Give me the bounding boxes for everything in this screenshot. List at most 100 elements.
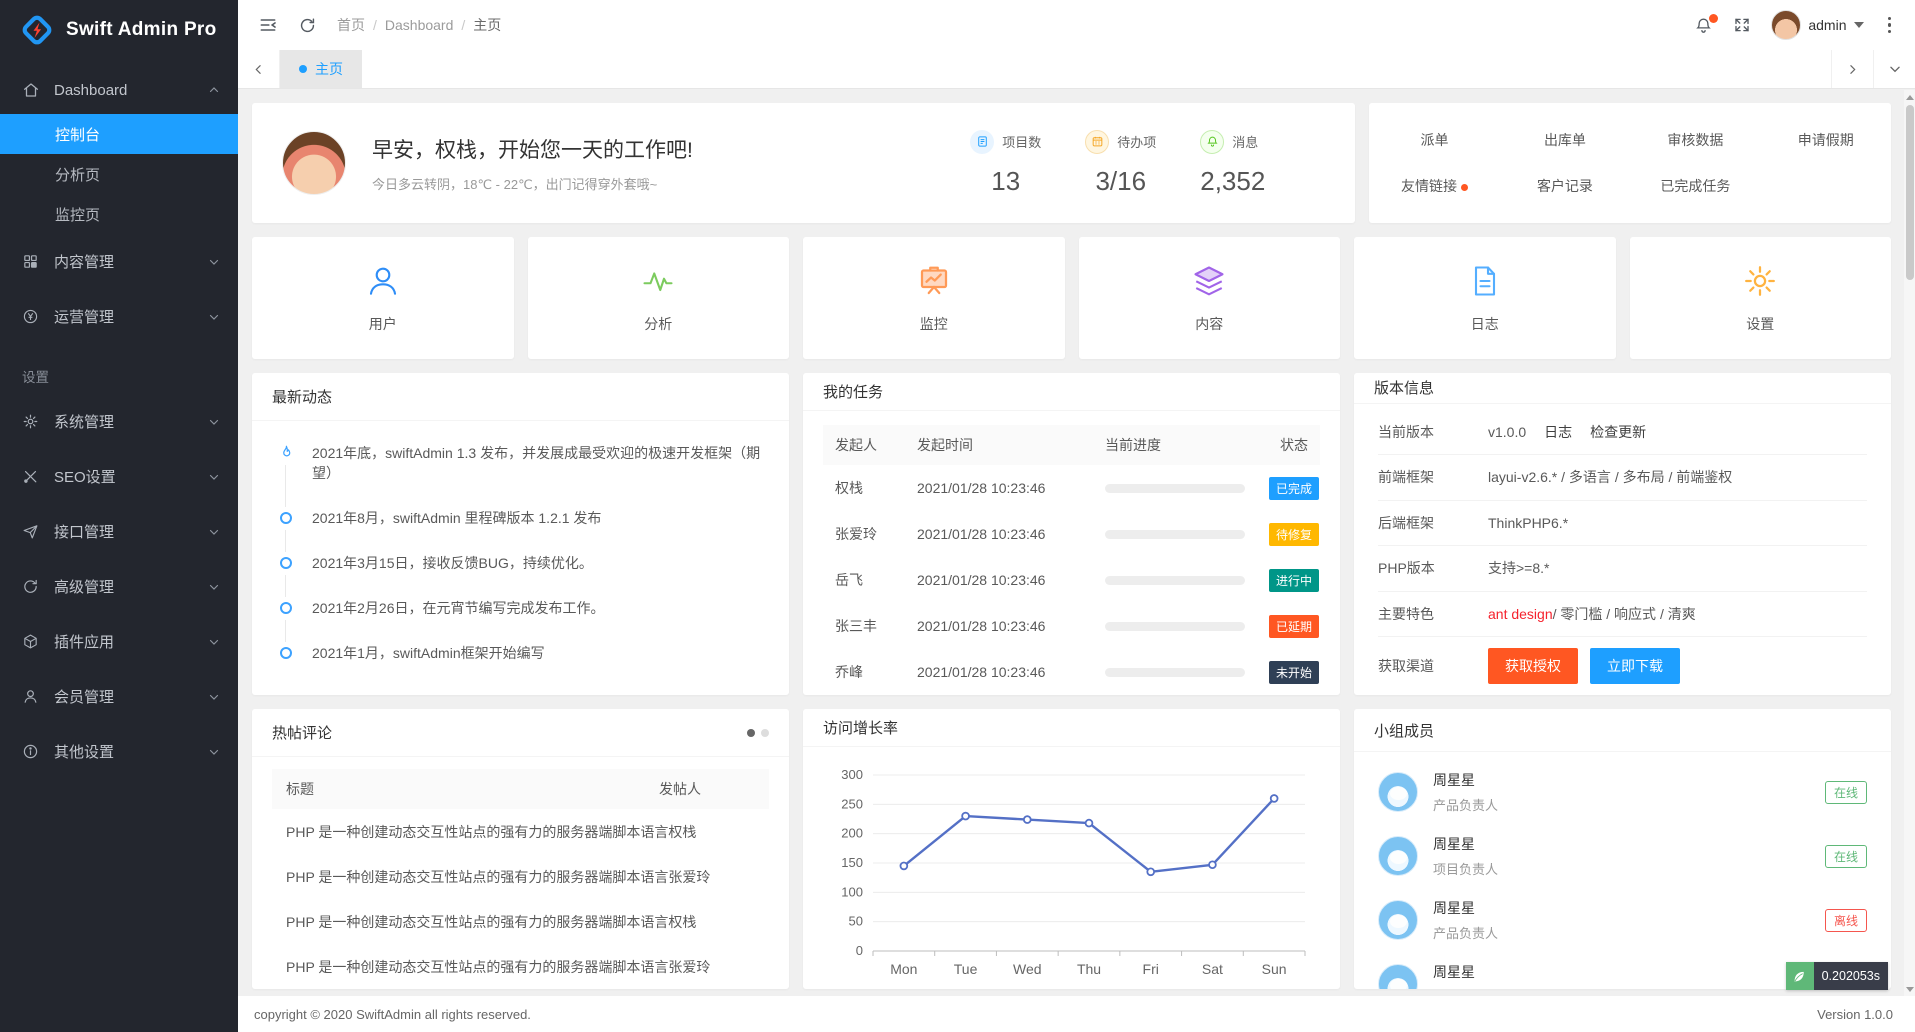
download-button[interactable]: 立即下载 — [1590, 648, 1680, 684]
tab-home[interactable]: 主页 — [280, 50, 362, 88]
stat-value: 3/16 — [1085, 166, 1156, 197]
scroll-up-icon[interactable] — [1904, 90, 1915, 104]
user-menu[interactable]: admin — [1771, 10, 1863, 40]
quick-link-dispatch[interactable]: 派单 — [1369, 130, 1499, 150]
quick-link-audit[interactable]: 审核数据 — [1630, 130, 1760, 150]
quick-link-outbound[interactable]: 出库单 — [1500, 130, 1630, 150]
sidebar-item-label: 系统管理 — [54, 411, 208, 432]
carousel-dots — [747, 729, 769, 737]
footer: copyright © 2020 SwiftAdmin all rights r… — [238, 996, 1915, 1032]
scrollbar-thumb[interactable] — [1906, 105, 1914, 280]
breadcrumb-home[interactable]: 首页 — [337, 15, 365, 35]
status-badge: 在线 — [1825, 845, 1867, 868]
table-row: PHP 是一种创建动态交互性站点的强有力的服务器端脚本语言 张爱玲 — [272, 854, 769, 899]
shortcut-analysis[interactable]: 分析 — [528, 237, 790, 359]
card-title: 版本信息 — [1374, 377, 1434, 398]
notifications-button[interactable] — [1694, 16, 1713, 35]
table-row: 权栈2021/01/28 10:23:46 已完成 — [823, 465, 1320, 511]
changelog-link[interactable]: 日志 — [1544, 422, 1572, 442]
highlight-text: ant design — [1488, 606, 1553, 622]
quick-link-customers[interactable]: 客户记录 — [1500, 176, 1630, 196]
info-circle-icon — [22, 743, 40, 761]
weather-text: 今日多云转阴，18℃ - 22℃，出门记得穿外套哦~ — [372, 174, 693, 193]
stat-value: 2,352 — [1200, 166, 1265, 197]
status-badge: 已延期 — [1269, 615, 1319, 638]
red-dot-badge — [1461, 184, 1468, 191]
sidebar-item-seo-settings[interactable]: SEO设置 — [0, 449, 238, 504]
user-name: admin — [1808, 17, 1846, 33]
timeline-item: 2021年1月，swiftAdmin框架开始编写 — [276, 643, 765, 688]
carousel-dot-active[interactable] — [747, 729, 755, 737]
fullscreen-icon[interactable] — [1733, 16, 1751, 34]
shortcut-logs[interactable]: 日志 — [1354, 237, 1616, 359]
content-area: 早安，权栈，开始您一天的工作吧! 今日多云转阴，18℃ - 22℃，出门记得穿外… — [238, 89, 1915, 996]
app-title: Swift Admin Pro — [66, 19, 217, 41]
sidebar-item-operations[interactable]: 运营管理 — [0, 289, 238, 344]
get-license-button[interactable]: 获取授权 — [1488, 648, 1578, 684]
sidebar-item-system-mgmt[interactable]: 系统管理 — [0, 394, 238, 449]
tab-menu-icon[interactable] — [1873, 50, 1915, 88]
member-role: 产品负责人 — [1433, 795, 1498, 814]
task-time: 2021/01/28 10:23:46 — [917, 664, 1105, 680]
refresh-icon[interactable] — [298, 16, 317, 35]
scroll-down-icon[interactable] — [1904, 982, 1915, 996]
tasks-table: 发起人发起时间当前进度状态 权栈2021/01/28 10:23:46 已完成 … — [803, 411, 1340, 695]
carousel-dot[interactable] — [761, 729, 769, 737]
sidebar-item-api-mgmt[interactable]: 接口管理 — [0, 504, 238, 559]
tab-scroll-left-icon[interactable] — [238, 50, 280, 88]
notification-dot — [1709, 14, 1718, 23]
member-avatar — [1378, 900, 1418, 940]
line-chart: 501001502002503000MonTueWedThuFriSatSun — [803, 747, 1340, 989]
shortcut-monitor[interactable]: 监控 — [803, 237, 1065, 359]
home-icon — [22, 81, 40, 99]
table-row: 岳飞2021/01/28 10:23:46 进行中 — [823, 557, 1320, 603]
collapse-menu-icon[interactable] — [258, 15, 278, 35]
task-time: 2021/01/28 10:23:46 — [917, 480, 1105, 496]
check-update-link[interactable]: 检查更新 — [1590, 422, 1646, 442]
quick-link-leave[interactable]: 申请假期 — [1761, 130, 1891, 150]
task-owner: 张爱玲 — [835, 524, 917, 544]
svg-text:Mon: Mon — [890, 961, 917, 977]
sidebar-item-other-settings[interactable]: 其他设置 — [0, 724, 238, 779]
shortcut-content[interactable]: 内容 — [1079, 237, 1341, 359]
stat-projects: 项目数 13 — [970, 130, 1041, 197]
sidebar-item-content-mgmt[interactable]: 内容管理 — [0, 234, 238, 289]
performance-badge[interactable]: 0.202053s — [1786, 962, 1888, 990]
greeting-text: 早安，权栈，开始您一天的工作吧! — [372, 134, 693, 164]
svg-text:Fri: Fri — [1143, 961, 1159, 977]
comment-title[interactable]: PHP 是一种创建动态交互性站点的强有力的服务器端脚本语言 — [286, 867, 668, 887]
flame-icon — [276, 443, 296, 463]
sidebar-item-members[interactable]: 会员管理 — [0, 669, 238, 724]
sidebar-item-label: 接口管理 — [54, 521, 208, 542]
task-owner: 张三丰 — [835, 616, 917, 636]
table-row: 乔峰2021/01/28 10:23:46 未开始 — [823, 649, 1320, 695]
comment-author: 权栈 — [668, 912, 764, 932]
shortcut-users[interactable]: 用户 — [252, 237, 514, 359]
sidebar-item-dashboard[interactable]: Dashboard — [0, 66, 238, 114]
more-options-icon[interactable] — [1884, 13, 1896, 38]
timeline-item: 2021年8月，swiftAdmin 里程碑版本 1.2.1 发布 — [276, 508, 765, 553]
cube-icon — [22, 633, 40, 651]
sidebar-item-console[interactable]: 控制台 — [0, 114, 238, 154]
tab-scroll-right-icon[interactable] — [1831, 50, 1873, 88]
app-logo[interactable]: Swift Admin Pro — [0, 0, 238, 60]
breadcrumb-dashboard[interactable]: Dashboard — [385, 17, 454, 33]
sidebar-item-analysis[interactable]: 分析页 — [0, 154, 238, 194]
comment-title[interactable]: PHP 是一种创建动态交互性站点的强有力的服务器端脚本语言 — [286, 957, 668, 977]
pulse-icon — [640, 263, 676, 299]
bell-green-icon — [1200, 130, 1224, 154]
sidebar-item-plugins[interactable]: 插件应用 — [0, 614, 238, 669]
quick-link-done-tasks[interactable]: 已完成任务 — [1630, 176, 1760, 196]
quick-link-friend-links[interactable]: 友情链接 — [1369, 176, 1499, 196]
comment-title[interactable]: PHP 是一种创建动态交互性站点的强有力的服务器端脚本语言 — [286, 912, 668, 932]
comment-title[interactable]: PHP 是一种创建动态交互性站点的强有力的服务器端脚本语言 — [286, 822, 668, 842]
shortcut-settings[interactable]: 设置 — [1630, 237, 1892, 359]
circle-icon — [280, 557, 292, 569]
sidebar-item-monitor[interactable]: 监控页 — [0, 194, 238, 234]
breadcrumb-current: 主页 — [473, 15, 501, 35]
scrollbar[interactable] — [1904, 90, 1915, 996]
chevron-down-icon — [208, 471, 220, 483]
sidebar-item-advanced-mgmt[interactable]: 高级管理 — [0, 559, 238, 614]
sidebar-item-label: 其他设置 — [54, 741, 208, 762]
member-avatar — [1378, 964, 1418, 989]
